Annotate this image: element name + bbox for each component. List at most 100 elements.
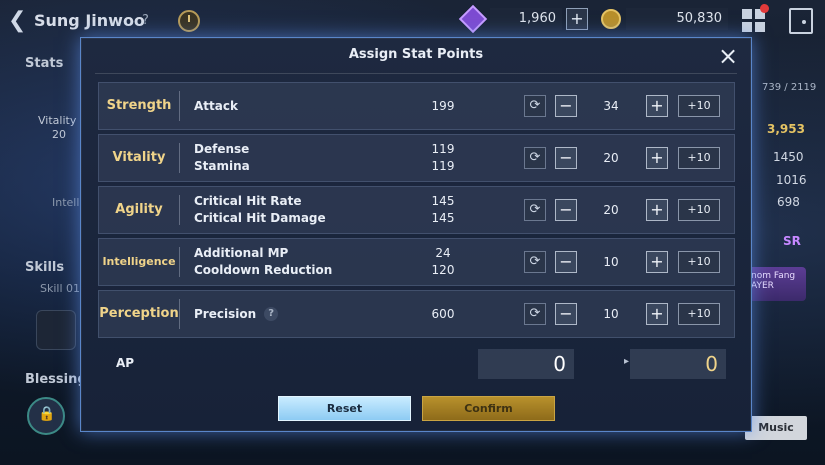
crystal-icon (458, 4, 488, 34)
stat-name: Perception (99, 306, 179, 321)
left-side-panel: Stats Vitality 20 Intell Skills Skill 01… (0, 42, 87, 465)
ap-after: 0 (630, 349, 726, 379)
exit-door-icon[interactable] (789, 8, 813, 34)
gold-amount: 50,830 (626, 8, 728, 30)
decrease-button[interactable]: − (555, 199, 577, 221)
increase-ten-button[interactable]: +10 (678, 251, 720, 273)
sub-stat-value: 120 (431, 263, 455, 277)
increase-ten-button[interactable]: +10 (678, 199, 720, 221)
allocated-amount: 20 (603, 151, 619, 165)
decrease-button[interactable]: − (555, 303, 577, 325)
equipment-card[interactable]: nom Fang AYER (748, 267, 806, 301)
gold-coin-icon (601, 9, 621, 29)
stat-row-perception: Perception Precision? 600 ⟳ − 10 + +10 (98, 290, 735, 338)
right-value-1: 1450 (773, 150, 804, 164)
sub-stat-value: 119 (431, 159, 455, 173)
decrease-button[interactable]: − (555, 251, 577, 273)
confirm-button[interactable]: Confirm (422, 396, 555, 421)
reset-stat-icon[interactable]: ⟳ (524, 251, 546, 273)
crystal-amount: 1,960 (490, 8, 562, 30)
notification-dot (760, 4, 769, 13)
reset-stat-icon[interactable]: ⟳ (524, 303, 546, 325)
sub-stat-value: 145 (431, 211, 455, 225)
increase-button[interactable]: + (646, 147, 668, 169)
divider (179, 143, 180, 173)
right-value-2: 1016 (776, 173, 807, 187)
add-crystal-button[interactable]: + (566, 8, 588, 30)
counter-text: 739 / 2119 (762, 82, 817, 93)
sub-stat-label: Defense (194, 142, 250, 156)
lock-icon[interactable] (27, 397, 65, 435)
divider (179, 195, 180, 225)
power-value: 3,953 (767, 122, 805, 136)
increase-button[interactable]: + (646, 251, 668, 273)
stat-row-strength: Strength Attack 199 ⟳ − 34 + +10 (98, 82, 735, 130)
stat-name: Strength (106, 98, 172, 113)
sub-stat-label-row: Precision? (194, 306, 279, 323)
close-icon[interactable]: × (717, 44, 739, 68)
decrease-button[interactable]: − (555, 147, 577, 169)
stat-name: Intelligence (102, 255, 176, 268)
increase-button[interactable]: + (646, 199, 668, 221)
sub-stat-label: Attack (194, 98, 238, 113)
arrow-right-icon: ▸ (624, 356, 630, 367)
vitality-value: 20 (52, 128, 66, 141)
sub-stat-label: Additional MP (194, 246, 289, 260)
sub-stat-label: Stamina (194, 159, 250, 173)
sub-stat-value: 119 (431, 142, 455, 156)
back-arrow-icon[interactable]: ❮ (8, 9, 28, 33)
blessing-label: Blessing (25, 372, 87, 387)
right-side-panel: 739 / 2119 3,953 1450 1016 698 (750, 42, 825, 465)
allocated-amount: 34 (603, 99, 619, 113)
equipment-sub: AYER (751, 281, 774, 291)
allocated-amount: 10 (603, 255, 619, 269)
intel-label: Intell (52, 196, 80, 209)
sub-stat-label: Precision (194, 306, 257, 321)
sub-stat-label: Critical Hit Damage (194, 211, 326, 225)
sub-stat-value: 600 (431, 306, 455, 321)
stat-row-intelligence: Intelligence Additional MP Cooldown Redu… (98, 238, 735, 286)
rank-badge: SR (783, 234, 801, 248)
stat-name: Vitality (112, 150, 166, 165)
reset-button[interactable]: Reset (278, 396, 411, 421)
stat-row-agility: Agility Critical Hit Rate Critical Hit D… (98, 186, 735, 234)
music-button[interactable]: Music (745, 416, 807, 440)
decrease-button[interactable]: − (555, 95, 577, 117)
allocated-amount: 20 (603, 203, 619, 217)
stats-label: Stats (25, 56, 64, 71)
clock-icon[interactable] (178, 10, 200, 32)
help-icon[interactable]: ? (264, 307, 279, 321)
increase-ten-button[interactable]: +10 (678, 303, 720, 325)
equipment-name: nom Fang (751, 271, 796, 281)
skills-label: Skills (25, 260, 65, 275)
sub-stat-label: Cooldown Reduction (194, 263, 333, 277)
sub-stat-value: 24 (435, 246, 451, 260)
ap-current: 0 (478, 349, 574, 379)
sub-stat-value: 199 (431, 98, 455, 113)
sub-stat-value: 145 (431, 194, 455, 208)
reset-stat-icon[interactable]: ⟳ (524, 95, 546, 117)
reset-stat-icon[interactable]: ⟳ (524, 199, 546, 221)
sub-stat-label: Critical Hit Rate (194, 194, 302, 208)
character-name: Sung Jinwoo (34, 11, 145, 30)
increase-ten-button[interactable]: +10 (678, 147, 720, 169)
increase-button[interactable]: + (646, 303, 668, 325)
modal-title: Assign Stat Points (348, 47, 484, 62)
right-value-3: 698 (777, 195, 800, 209)
increase-button[interactable]: + (646, 95, 668, 117)
stat-name: Agility (115, 202, 163, 217)
divider (179, 299, 180, 329)
top-bar: ❮ Sung Jinwoo ? 1,960 + 50,830 (0, 0, 825, 42)
help-icon[interactable]: ? (142, 13, 149, 28)
divider (179, 247, 180, 277)
assign-stat-points-modal: Assign Stat Points × Strength Attack 199… (80, 37, 752, 432)
skill-slot[interactable] (36, 310, 76, 350)
increase-ten-button[interactable]: +10 (678, 95, 720, 117)
allocated-amount: 10 (603, 307, 619, 321)
reset-stat-icon[interactable]: ⟳ (524, 147, 546, 169)
skill-slot-label: Skill 01 (40, 282, 81, 295)
stat-row-vitality: Vitality Defense Stamina 119 119 ⟳ − 20 … (98, 134, 735, 182)
ap-row: AP 0 ▸ 0 (98, 344, 735, 384)
divider (179, 91, 180, 121)
title-divider (95, 73, 737, 74)
